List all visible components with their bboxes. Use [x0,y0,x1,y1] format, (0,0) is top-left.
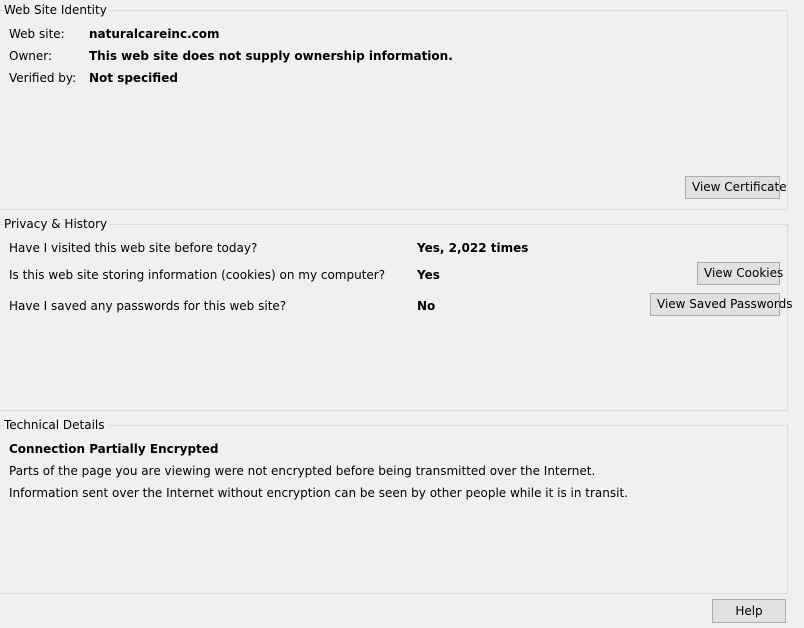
view-saved-passwords-button[interactable]: View Saved Passwords [650,293,792,316]
view-certificate-button[interactable]: View Certificate [685,176,787,199]
web-site-identity-title: Web Site Identity [4,3,110,17]
visited-question: Have I visited this web site before toda… [9,241,258,255]
cookies-question: Is this web site storing information (co… [9,268,386,282]
visited-answer: Yes, 2,022 times [417,241,529,255]
verified-by-label: Verified by: [9,71,77,85]
cookies-answer: Yes [417,268,440,282]
privacy-history-title: Privacy & History [4,217,111,231]
verified-by-value: Not specified [89,71,178,85]
technical-details-group: Technical Details Connection Partially E… [0,418,788,594]
owner-value: This web site does not supply ownership … [89,49,453,63]
help-button[interactable]: Help [712,599,786,623]
technical-details-title: Technical Details [4,418,108,432]
web-site-identity-group: Web Site Identity Web site: naturalcarei… [0,3,788,210]
website-value: naturalcareinc.com [89,27,220,41]
connection-status-heading: Connection Partially Encrypted [9,442,219,456]
owner-label: Owner: [9,49,53,63]
passwords-question: Have I saved any passwords for this web … [9,299,287,313]
page-info-dialog: Web Site Identity Web site: naturalcarei… [0,0,804,628]
passwords-answer: No [417,299,436,313]
technical-detail-line-2: Information sent over the Internet witho… [9,486,628,500]
view-cookies-button[interactable]: View Cookies [697,262,783,285]
website-label: Web site: [9,27,65,41]
privacy-history-group: Privacy & History Have I visited this we… [0,217,792,411]
technical-detail-line-1: Parts of the page you are viewing were n… [9,464,596,478]
